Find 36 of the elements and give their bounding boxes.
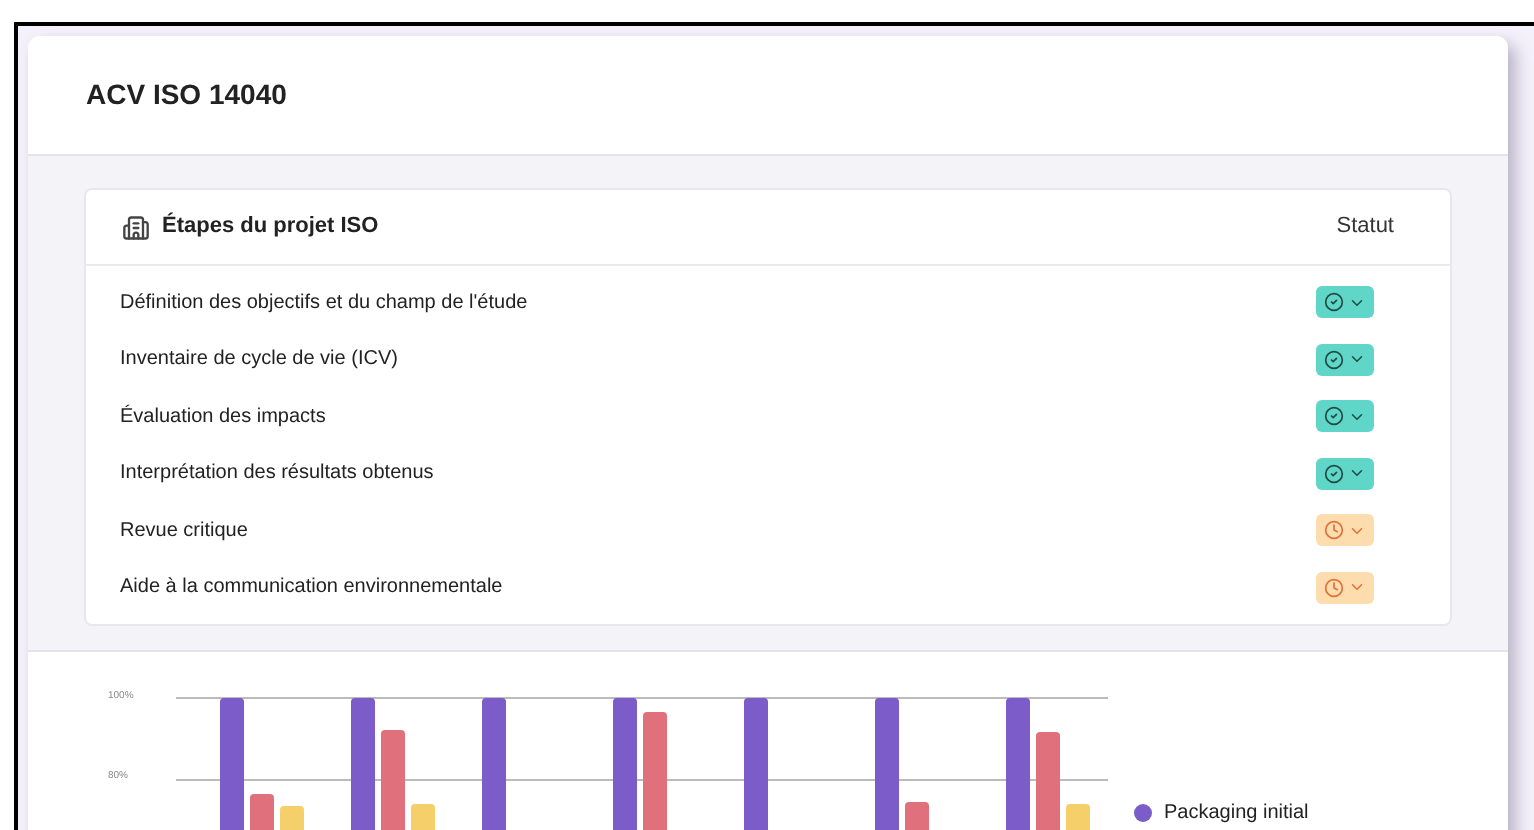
status-dropdown[interactable] (1316, 400, 1374, 433)
chart-bar (613, 698, 637, 830)
step-label: Évaluation des impacts (120, 402, 326, 432)
step-label: Inventaire de cycle de vie (ICV) (120, 346, 398, 375)
chart-bar (411, 804, 435, 830)
chart-bar (744, 698, 768, 830)
status-dropdown[interactable] (1316, 286, 1374, 319)
column-header: Statut (1336, 212, 1394, 243)
chart-bar (220, 698, 244, 830)
chart-bar (875, 698, 899, 830)
status-dropdown[interactable] (1316, 457, 1374, 490)
step-label: Définition des objectifs et du champ de l'étude (120, 289, 528, 318)
clock-icon (1324, 577, 1344, 598)
check-circle-icon (1324, 463, 1344, 484)
chart-bar (280, 806, 304, 830)
chart-bar (250, 794, 274, 830)
check-circle-icon (1324, 349, 1344, 370)
chart-bar (1066, 804, 1090, 830)
status-dropdown[interactable] (1316, 343, 1374, 376)
chart-bar (482, 698, 506, 830)
check-circle-icon (1324, 292, 1344, 313)
clock-icon (1324, 520, 1344, 541)
chart-bar (643, 712, 667, 830)
card-title: ACV ISO 14040 (86, 76, 287, 114)
chart-bar (1036, 732, 1060, 830)
chart-bar (1006, 698, 1030, 830)
legend-label: Packaging initial (1164, 800, 1309, 828)
chart-bar (381, 730, 405, 830)
chart-bar (905, 802, 929, 830)
table-title: Étapes du projet ISO (162, 210, 379, 243)
step-label: Aide à la communication environnementale (120, 574, 503, 603)
building-icon (122, 213, 150, 241)
check-circle-icon (1324, 406, 1344, 427)
step-label: Interprétation des résultats obtenus (120, 460, 434, 489)
chart-bar (351, 698, 375, 830)
step-label: Revue critique (120, 517, 248, 546)
